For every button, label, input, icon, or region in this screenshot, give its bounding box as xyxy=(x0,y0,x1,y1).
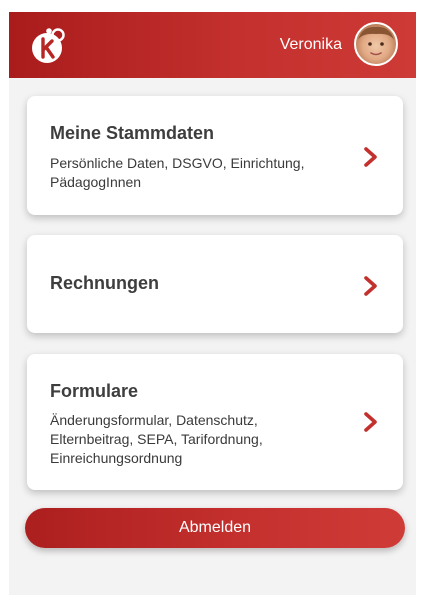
chevron-right-icon xyxy=(364,412,377,432)
card-formulare[interactable]: Formulare Änderungsformular, Datenschutz… xyxy=(27,354,403,490)
chevron-right-icon xyxy=(364,147,377,167)
card-subtitle: Persönliche Daten, DSGVO, Einrichtung, P… xyxy=(50,155,305,190)
logout-button[interactable]: Abmelden xyxy=(25,508,405,548)
app-header: Veronika xyxy=(9,12,416,78)
card-title: Rechnungen xyxy=(50,273,160,293)
card-title: Formulare xyxy=(50,381,139,401)
kita-logo-icon[interactable] xyxy=(27,26,67,66)
card-rechnungen[interactable]: Rechnungen xyxy=(27,235,403,333)
chevron-right-icon xyxy=(364,276,377,296)
card-stammdaten[interactable]: Meine Stammdaten Persönliche Daten, DSGV… xyxy=(27,96,403,215)
avatar-face-icon xyxy=(358,26,394,56)
user-name[interactable]: Veronika xyxy=(280,35,342,55)
user-avatar[interactable] xyxy=(354,22,398,66)
card-title: Meine Stammdaten xyxy=(50,123,215,143)
app-screen: Veronika Meine Stammdaten Persönliche Da… xyxy=(9,12,416,595)
card-subtitle: Änderungsformular, Datenschutz, Elternbe… xyxy=(50,412,263,466)
